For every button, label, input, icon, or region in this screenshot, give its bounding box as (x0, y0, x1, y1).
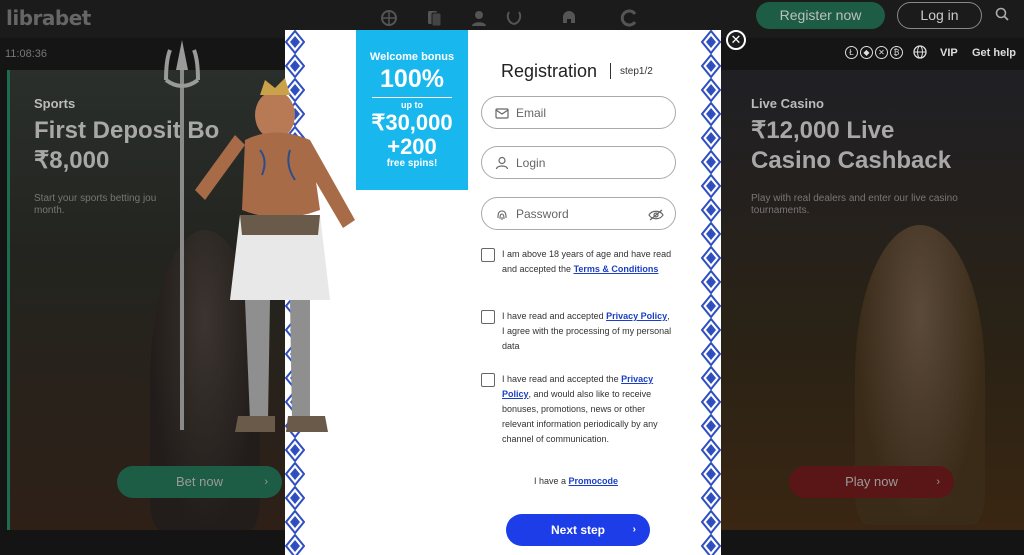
chevron-right-icon: › (632, 524, 636, 535)
close-modal-button[interactable]: ✕ (726, 30, 746, 50)
vip-link[interactable]: VIP (940, 47, 958, 59)
globe-icon[interactable] (913, 45, 927, 59)
sports-ball-icon[interactable] (380, 9, 398, 27)
warrior-character-image (164, 40, 355, 432)
ripple-icon[interactable]: ✕ (875, 46, 888, 59)
title-divider (610, 63, 611, 79)
terms-conditions-link[interactable]: Terms & Conditions (574, 264, 659, 274)
user-icon (495, 156, 509, 170)
next-step-button[interactable]: Next step › (506, 514, 650, 546)
litecoin-icon[interactable]: Ł (845, 46, 858, 59)
clock: 11:08:36 (5, 48, 48, 60)
promocode-line: I have a Promocode (534, 476, 619, 486)
privacy-label: I have read and accepted Privacy Policy,… (502, 311, 672, 351)
dealer-icon[interactable] (470, 9, 488, 27)
play-now-label: Play now (845, 474, 898, 489)
get-help-link[interactable]: Get help (972, 47, 1016, 59)
privacy-checkbox[interactable] (481, 310, 495, 324)
cards-icon[interactable] (425, 9, 443, 27)
fingerprint-icon (495, 207, 509, 221)
chevron-right-icon: › (936, 476, 940, 488)
eye-off-icon[interactable] (648, 208, 664, 221)
marketing-label: I have read and accepted the Privacy Pol… (502, 374, 658, 444)
promo-description-line2: tournaments. (751, 205, 810, 216)
next-step-label: Next step (550, 523, 606, 537)
email-field[interactable] (481, 96, 676, 129)
greek-pattern-border (701, 30, 721, 555)
speed-icon[interactable] (620, 9, 638, 27)
login-field[interactable] (481, 146, 676, 179)
chevron-right-icon: › (264, 476, 268, 488)
promocode-link[interactable]: Promocode (569, 476, 619, 486)
promo-title-line2: Casino Cashback (751, 147, 952, 174)
play-now-button[interactable]: Play now › (789, 466, 954, 498)
marketing-checkbox[interactable] (481, 373, 495, 387)
registration-title: Registration (501, 61, 598, 81)
age-terms-checkbox[interactable] (481, 248, 495, 262)
search-icon[interactable] (995, 7, 1009, 21)
promo-category: Live Casino (751, 96, 824, 111)
promo-description-line1: Play with real dealers and enter our liv… (751, 193, 958, 204)
password-field[interactable] (481, 197, 676, 230)
login-input[interactable] (516, 153, 646, 173)
helmet-icon[interactable] (560, 9, 578, 27)
librabet-logo[interactable]: librabet (6, 6, 91, 30)
privacy-policy-link[interactable]: Privacy Policy (606, 311, 667, 321)
password-input[interactable] (516, 204, 646, 224)
ethereum-icon[interactable]: ◆ (860, 46, 873, 59)
promo-category: Sports (34, 96, 76, 111)
bitcoin-icon[interactable]: ₿ (890, 46, 903, 59)
envelope-icon (495, 106, 509, 120)
laurel-icon[interactable] (505, 9, 523, 27)
promo-description-line1: Start your sports betting jou (34, 193, 157, 204)
step-indicator: step1/2 (620, 66, 653, 77)
promo-description-line2: month. (34, 205, 65, 216)
promo-title-line1: ₹12,000 Live (751, 117, 895, 144)
bet-now-label: Bet now (176, 474, 223, 489)
bonus-divider (372, 97, 452, 98)
age-terms-label: I am above 18 years of age and have read… (502, 249, 672, 274)
bet-now-button[interactable]: Bet now › (117, 466, 282, 498)
register-now-button[interactable]: Register now (756, 2, 885, 29)
log-in-button[interactable]: Log in (897, 2, 982, 29)
email-input[interactable] (516, 103, 646, 123)
promo-title-line2: ₹8,000 (34, 147, 110, 174)
